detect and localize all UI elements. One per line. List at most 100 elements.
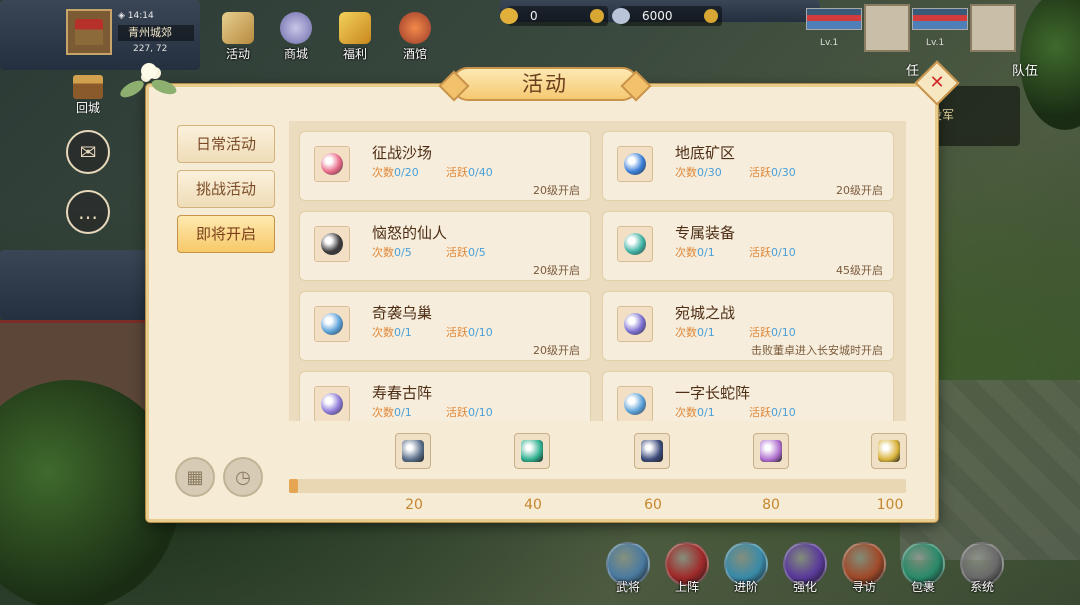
leaf-icon bbox=[149, 76, 179, 98]
menu-shop-label: 商城 bbox=[283, 47, 308, 61]
flower-decoration bbox=[115, 59, 185, 109]
team-slot[interactable]: Lv.1 bbox=[912, 4, 1016, 52]
player-portrait[interactable] bbox=[66, 9, 112, 55]
milestone-label: 60 bbox=[644, 497, 662, 513]
activity-name: 征战沙场 bbox=[372, 144, 433, 162]
menu-activity[interactable]: 活动 bbox=[216, 12, 260, 62]
activity-card[interactable]: 征战沙场 次数0/20 活跃0/40 20级开启 bbox=[299, 131, 591, 201]
points-label: 活跃 bbox=[446, 166, 468, 179]
reward-chest-2[interactable] bbox=[514, 433, 550, 469]
activity-count: 次数0/1 bbox=[675, 244, 715, 260]
clock-icon: ◷ bbox=[235, 466, 251, 488]
unlock-requirement: 20级开启 bbox=[836, 184, 883, 197]
tab-challenge[interactable]: 挑战活动 bbox=[177, 170, 275, 208]
count-value: 0/1 bbox=[394, 406, 412, 419]
return-city-label: 回城 bbox=[75, 101, 100, 115]
calendar-button[interactable]: ▦ bbox=[175, 457, 215, 497]
points-label: 活跃 bbox=[749, 326, 771, 339]
activity-card[interactable]: 宛城之战 次数0/1 活跃0/10 击败董卓进入长安城时开启 bbox=[602, 291, 894, 361]
activity-card[interactable]: 寿春古阵 次数0/1 活跃0/10 bbox=[299, 371, 591, 421]
activity-card[interactable]: 专属装备 次数0/1 活跃0/10 45级开启 bbox=[602, 211, 894, 281]
bottom-menu-item[interactable]: 上阵 bbox=[663, 542, 711, 600]
activity-list[interactable]: 征战沙场 次数0/20 活跃0/40 20级开启 地底矿区 次数0/30 活跃0/30 20级… bbox=[289, 121, 906, 421]
count-value: 0/5 bbox=[394, 246, 412, 259]
count-label: 次数 bbox=[675, 246, 697, 259]
bottom-menu-item[interactable]: 强化 bbox=[781, 542, 829, 600]
activity-points: 活跃0/10 bbox=[749, 404, 796, 420]
points-value: 0/10 bbox=[771, 326, 796, 339]
count-value: 0/1 bbox=[697, 246, 715, 259]
potion-icon bbox=[760, 440, 782, 462]
activity-count: 次数0/1 bbox=[675, 324, 715, 340]
chat-button[interactable]: … bbox=[66, 190, 110, 234]
points-label: 活跃 bbox=[446, 406, 468, 419]
activity-card[interactable]: 奇袭乌巢 次数0/1 活跃0/10 20级开启 bbox=[299, 291, 591, 361]
activity-icon bbox=[617, 306, 653, 342]
count-value: 0/20 bbox=[394, 166, 419, 179]
points-value: 0/40 bbox=[468, 166, 493, 179]
reward-chest-1[interactable] bbox=[395, 433, 431, 469]
activity-card[interactable]: 恼怒的仙人 次数0/5 活跃0/5 20级开启 bbox=[299, 211, 591, 281]
unlock-requirement: 20级开启 bbox=[533, 344, 580, 357]
activity-points: 活跃0/10 bbox=[749, 244, 796, 260]
crystal-icon bbox=[641, 440, 663, 462]
menu-welfare[interactable]: 福利 bbox=[333, 12, 377, 62]
activity-card[interactable]: 一字长蛇阵 次数0/1 活跃0/10 bbox=[602, 371, 894, 421]
count-label: 次数 bbox=[675, 406, 697, 419]
reward-chest-3[interactable] bbox=[634, 433, 670, 469]
silver-amount: 6000 bbox=[642, 9, 673, 23]
points-label: 活跃 bbox=[446, 326, 468, 339]
activity-icon bbox=[314, 306, 350, 342]
gift-icon bbox=[339, 12, 371, 44]
points-label: 活跃 bbox=[446, 246, 468, 259]
activity-icon bbox=[617, 226, 653, 262]
points-label: 活跃 bbox=[749, 246, 771, 259]
activity-card[interactable]: 地底矿区 次数0/30 活跃0/30 20级开启 bbox=[602, 131, 894, 201]
bottom-menu-item[interactable]: 包裹 bbox=[899, 542, 947, 600]
reward-chest-5[interactable] bbox=[871, 433, 907, 469]
milestone-label: 20 bbox=[405, 497, 423, 513]
bottom-menu-label: 进阶 bbox=[733, 580, 758, 594]
menu-shop[interactable]: 商城 bbox=[274, 12, 318, 62]
points-value: 0/10 bbox=[468, 326, 493, 339]
count-value: 0/30 bbox=[697, 166, 722, 179]
bottom-menu-item[interactable]: 武将 bbox=[604, 542, 652, 600]
bottom-menu-item[interactable]: 寻访 bbox=[840, 542, 888, 600]
points-value: 0/10 bbox=[771, 406, 796, 419]
tab-quest[interactable]: 任 bbox=[906, 60, 919, 79]
mail-button[interactable]: ✉ bbox=[66, 130, 110, 174]
tab-upcoming[interactable]: 即将开启 bbox=[177, 215, 275, 253]
avatar bbox=[864, 4, 910, 52]
team-slot[interactable]: Lv.1 bbox=[806, 4, 910, 52]
return-city-button[interactable]: 回城 bbox=[68, 75, 108, 117]
flower-icon bbox=[141, 63, 157, 79]
tab-daily[interactable]: 日常活动 bbox=[177, 125, 275, 163]
activity-count: 次数0/1 bbox=[675, 404, 715, 420]
activity-points: 活跃0/30 bbox=[749, 164, 796, 180]
bottom-menu-item[interactable]: 进阶 bbox=[722, 542, 770, 600]
count-label: 次数 bbox=[675, 326, 697, 339]
bottom-menu-label: 系统 bbox=[969, 580, 994, 594]
menu-welfare-label: 福利 bbox=[342, 47, 367, 61]
bottom-menu-label: 寻访 bbox=[851, 580, 876, 594]
reward-chest-4[interactable] bbox=[753, 433, 789, 469]
unlock-requirement: 击败董卓进入长安城时开启 bbox=[751, 344, 883, 357]
city-gate-icon bbox=[75, 19, 103, 45]
disc-icon bbox=[402, 440, 424, 462]
activity-icon bbox=[314, 226, 350, 262]
clock-button[interactable]: ◷ bbox=[223, 457, 263, 497]
add-gold-button[interactable] bbox=[590, 9, 604, 23]
activity-count: 次数0/5 bbox=[372, 244, 412, 260]
gold-pendant-icon bbox=[878, 440, 900, 462]
add-silver-button[interactable] bbox=[704, 9, 718, 23]
scroll-icon bbox=[222, 12, 254, 44]
bottom-menu-label: 包裹 bbox=[910, 580, 935, 594]
gold-amount: 0 bbox=[530, 9, 538, 23]
bottom-menu-item[interactable]: 系统 bbox=[958, 542, 1006, 600]
points-label: 活跃 bbox=[749, 166, 771, 179]
tab-team[interactable]: 队伍 bbox=[1012, 60, 1038, 79]
count-label: 次数 bbox=[372, 326, 394, 339]
coords-label: 227, 72 bbox=[133, 44, 168, 54]
menu-tavern[interactable]: 酒馆 bbox=[393, 12, 437, 62]
team-hp-bar bbox=[806, 8, 862, 30]
